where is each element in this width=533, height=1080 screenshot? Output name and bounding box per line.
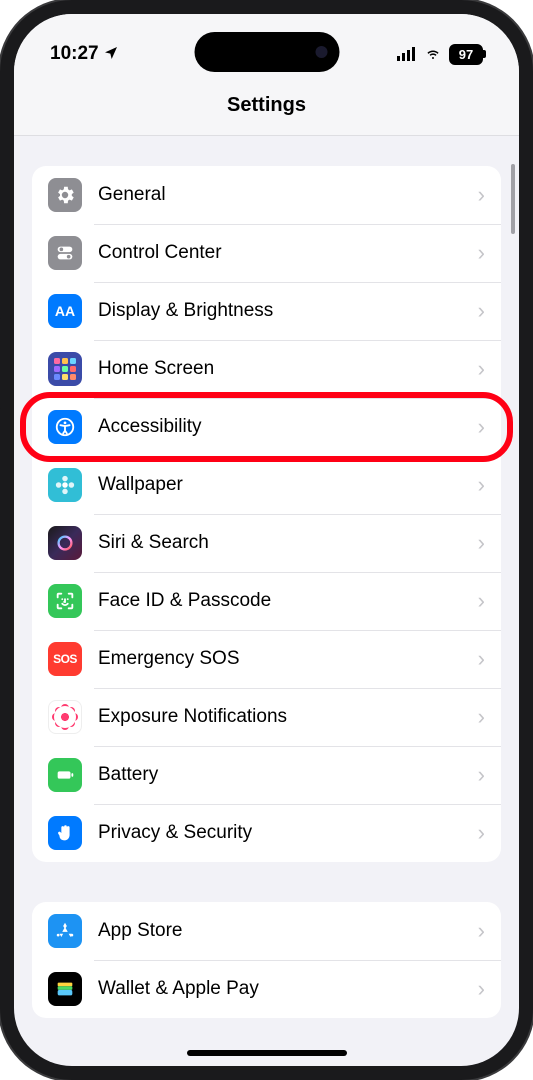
settings-row-battery[interactable]: Battery › (32, 746, 501, 804)
battery-icon (48, 758, 82, 792)
status-time: 10:27 (50, 43, 99, 65)
siri-icon (48, 526, 82, 560)
gear-icon (48, 178, 82, 212)
settings-row-app-store[interactable]: App Store › (32, 902, 501, 960)
text-size-icon: AA (48, 294, 82, 328)
page-title: Settings (14, 76, 519, 136)
scroll-indicator[interactable] (511, 164, 515, 234)
row-label: Wallpaper (98, 474, 478, 496)
settings-row-face-id-passcode[interactable]: Face ID & Passcode › (32, 572, 501, 630)
chevron-right-icon: › (478, 414, 485, 440)
screen: 10:27 97 Settings (14, 14, 519, 1066)
chevron-right-icon: › (478, 530, 485, 556)
settings-row-privacy-security[interactable]: Privacy & Security › (32, 804, 501, 862)
row-label: General (98, 184, 478, 206)
exposure-icon (48, 700, 82, 734)
row-label: Accessibility (98, 416, 478, 438)
chevron-right-icon: › (478, 298, 485, 324)
chevron-right-icon: › (478, 240, 485, 266)
settings-row-display-brightness[interactable]: AA Display & Brightness › (32, 282, 501, 340)
settings-row-siri-search[interactable]: Siri & Search › (32, 514, 501, 572)
row-label: Display & Brightness (98, 300, 478, 322)
row-label: Face ID & Passcode (98, 590, 478, 612)
chevron-right-icon: › (478, 356, 485, 382)
chevron-right-icon: › (478, 918, 485, 944)
location-icon (103, 45, 119, 64)
volume-down-button[interactable] (0, 340, 1, 410)
settings-row-home-screen[interactable]: Home Screen › (32, 340, 501, 398)
settings-row-wallet-apple-pay[interactable]: Wallet & Apple Pay › (32, 960, 501, 1018)
chevron-right-icon: › (478, 588, 485, 614)
sos-icon: SOS (48, 642, 82, 676)
home-grid-icon (48, 352, 82, 386)
flower-icon (48, 468, 82, 502)
row-label: Home Screen (98, 358, 478, 380)
settings-row-exposure-notifications[interactable]: Exposure Notifications › (32, 688, 501, 746)
battery-level: 97 (459, 47, 473, 62)
settings-group: App Store › Wallet & Apple Pay › (32, 902, 501, 1018)
chevron-right-icon: › (478, 762, 485, 788)
app-store-icon (48, 914, 82, 948)
dynamic-island (194, 32, 339, 72)
mute-switch[interactable] (0, 180, 1, 216)
cellular-signal-icon (397, 47, 417, 61)
chevron-right-icon: › (478, 182, 485, 208)
phone-frame: 10:27 97 Settings (0, 0, 533, 1080)
chevron-right-icon: › (478, 704, 485, 730)
wallet-icon (48, 972, 82, 1006)
settings-row-control-center[interactable]: Control Center › (32, 224, 501, 282)
toggles-icon (48, 236, 82, 270)
settings-group: General › Control Center › AA Display & … (32, 166, 501, 862)
battery-indicator: 97 (449, 44, 483, 65)
home-indicator[interactable] (187, 1050, 347, 1056)
chevron-right-icon: › (478, 472, 485, 498)
wifi-icon (423, 47, 443, 61)
row-label: Privacy & Security (98, 822, 478, 844)
settings-row-wallpaper[interactable]: Wallpaper › (32, 456, 501, 514)
settings-row-accessibility[interactable]: Accessibility › (32, 398, 501, 456)
hand-icon (48, 816, 82, 850)
row-label: App Store (98, 920, 478, 942)
chevron-right-icon: › (478, 820, 485, 846)
row-label: Battery (98, 764, 478, 786)
row-label: Wallet & Apple Pay (98, 978, 478, 1000)
row-label: Control Center (98, 242, 478, 264)
row-label: Emergency SOS (98, 648, 478, 670)
settings-list[interactable]: General › Control Center › AA Display & … (14, 136, 519, 1066)
settings-row-general[interactable]: General › (32, 166, 501, 224)
accessibility-icon (48, 410, 82, 444)
row-label: Exposure Notifications (98, 706, 478, 728)
settings-row-emergency-sos[interactable]: SOS Emergency SOS › (32, 630, 501, 688)
chevron-right-icon: › (478, 646, 485, 672)
volume-up-button[interactable] (0, 250, 1, 320)
face-id-icon (48, 584, 82, 618)
row-label: Siri & Search (98, 532, 478, 554)
chevron-right-icon: › (478, 976, 485, 1002)
